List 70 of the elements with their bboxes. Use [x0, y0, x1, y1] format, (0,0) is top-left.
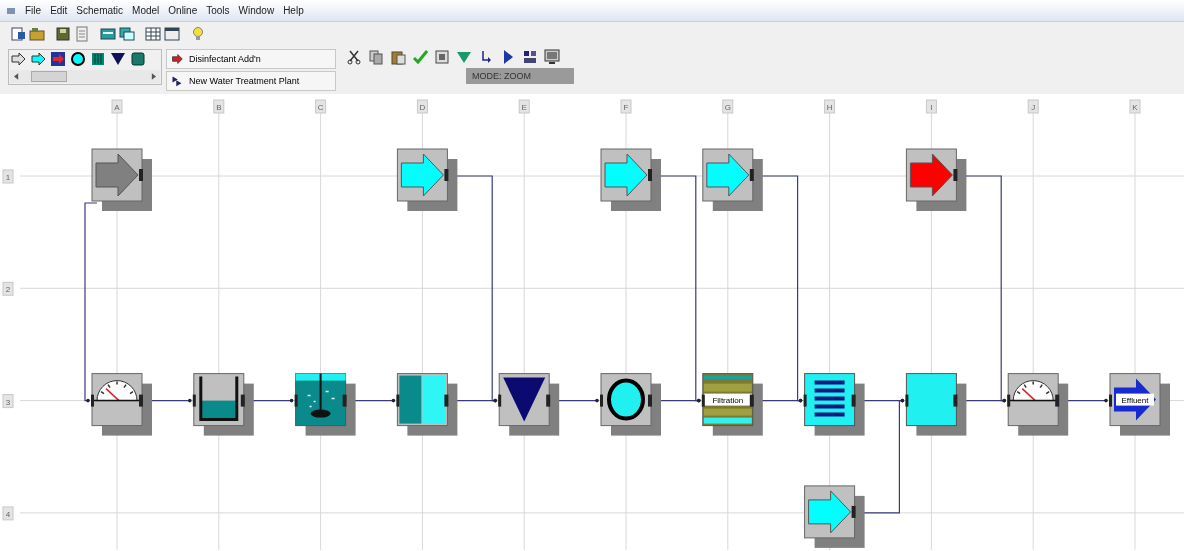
scroll-right-icon[interactable]: [151, 73, 156, 80]
window-icon[interactable]: [434, 49, 450, 65]
square-block[interactable]: [905, 373, 967, 436]
menu-item[interactable]: Window: [238, 5, 275, 16]
inlet-arrow-block[interactable]: [804, 485, 865, 548]
scroll-left-icon[interactable]: [14, 73, 19, 80]
mixer-block[interactable]: [294, 372, 356, 436]
column-label: A: [111, 99, 123, 114]
paste-icon[interactable]: [390, 49, 406, 65]
row-label: 3: [2, 394, 14, 409]
tank-icon[interactable]: [130, 51, 146, 67]
check-icon[interactable]: [412, 49, 428, 65]
menu-item[interactable]: Help: [283, 5, 304, 16]
column-label: I: [925, 99, 937, 114]
menu-item[interactable]: Edit: [50, 5, 68, 16]
layout-icon[interactable]: [522, 49, 538, 65]
funnel-icon[interactable]: [456, 49, 472, 65]
triangle-icon[interactable]: [110, 51, 126, 67]
monitor-icon[interactable]: [544, 49, 560, 65]
tank-block[interactable]: [192, 373, 254, 436]
menu-item[interactable]: Schematic: [76, 5, 124, 16]
column-label: B: [213, 99, 225, 114]
grid-icon[interactable]: [145, 26, 161, 42]
row-label: 2: [2, 281, 14, 296]
bulb-icon[interactable]: [190, 26, 206, 42]
scroll-thumb[interactable]: [31, 71, 67, 82]
menu-item[interactable]: Online: [168, 5, 198, 16]
windows-icon[interactable]: [119, 26, 135, 42]
gauge-block[interactable]: [1007, 373, 1069, 436]
arrow-icon[interactable]: [50, 51, 66, 67]
inlet-arrow-block[interactable]: [600, 148, 661, 211]
window-icon[interactable]: [100, 26, 116, 42]
scissors-icon[interactable]: [346, 49, 362, 65]
column-label: E: [518, 99, 530, 114]
arrow-icon: [171, 53, 183, 65]
circle-block[interactable]: [600, 373, 661, 436]
copy-icon[interactable]: [368, 49, 384, 65]
folder-icon[interactable]: [29, 26, 45, 42]
menu-item[interactable]: Tools: [206, 5, 230, 16]
flow-icon: [171, 75, 183, 87]
menu-item[interactable]: File: [25, 5, 42, 16]
column-label: H: [824, 99, 836, 114]
column-label: D: [416, 99, 428, 114]
row-label: 1: [2, 169, 14, 184]
column-label: K: [1129, 99, 1141, 114]
inlet-arrow-block[interactable]: [396, 148, 458, 211]
unit-item[interactable]: Disinfectant Add'n: [166, 49, 336, 69]
arrow-icon[interactable]: [30, 51, 46, 67]
app-icon[interactable]: [6, 5, 16, 16]
column-label: C: [315, 99, 327, 114]
column-label: J: [1027, 99, 1039, 114]
new-page-icon[interactable]: [10, 26, 26, 42]
inlet-arrow-block[interactable]: [91, 148, 152, 211]
tank-icon[interactable]: [90, 51, 106, 67]
scroll-bar[interactable]: [10, 70, 160, 83]
column-label: G: [722, 99, 734, 114]
circle-icon[interactable]: [70, 51, 86, 67]
menu-item[interactable]: Model: [132, 5, 160, 16]
window-icon[interactable]: [164, 26, 180, 42]
gauge-block[interactable]: [91, 373, 152, 436]
unit-item[interactable]: New Water Treatment Plant: [166, 71, 336, 91]
triangle-block[interactable]: [498, 373, 560, 436]
split-tank-block[interactable]: [396, 373, 458, 436]
inlet-arrow-block[interactable]: [905, 148, 967, 211]
arrow-icon[interactable]: [10, 51, 26, 67]
inlet-arrow-block[interactable]: [702, 148, 763, 211]
row-label: 4: [2, 506, 14, 521]
mode-label: MODE: ZOOM: [466, 68, 574, 84]
screen-block[interactable]: [803, 373, 865, 436]
column-label: F: [620, 99, 632, 114]
